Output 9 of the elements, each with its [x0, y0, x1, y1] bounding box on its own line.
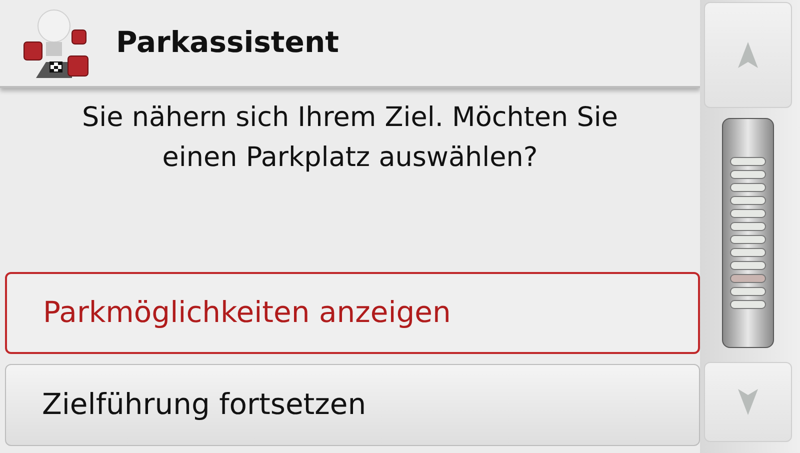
option-button[interactable]: Parkmöglichkeiten anzeigen [5, 272, 700, 354]
scroll-wheel[interactable] [722, 118, 774, 348]
scroll-down-button[interactable] [704, 362, 792, 442]
up-arrow-icon [738, 42, 758, 68]
down-arrow-icon [738, 389, 758, 415]
scroll-up-button[interactable] [704, 2, 792, 108]
message-text: Sie nähern sich Ihrem Ziel. Möchten Sie einen Parkplatz auswählen? [81, 101, 619, 175]
option-button[interactable]: Zielführung fortsetzen [5, 364, 700, 446]
header-title: Parkassistent [116, 24, 339, 62]
